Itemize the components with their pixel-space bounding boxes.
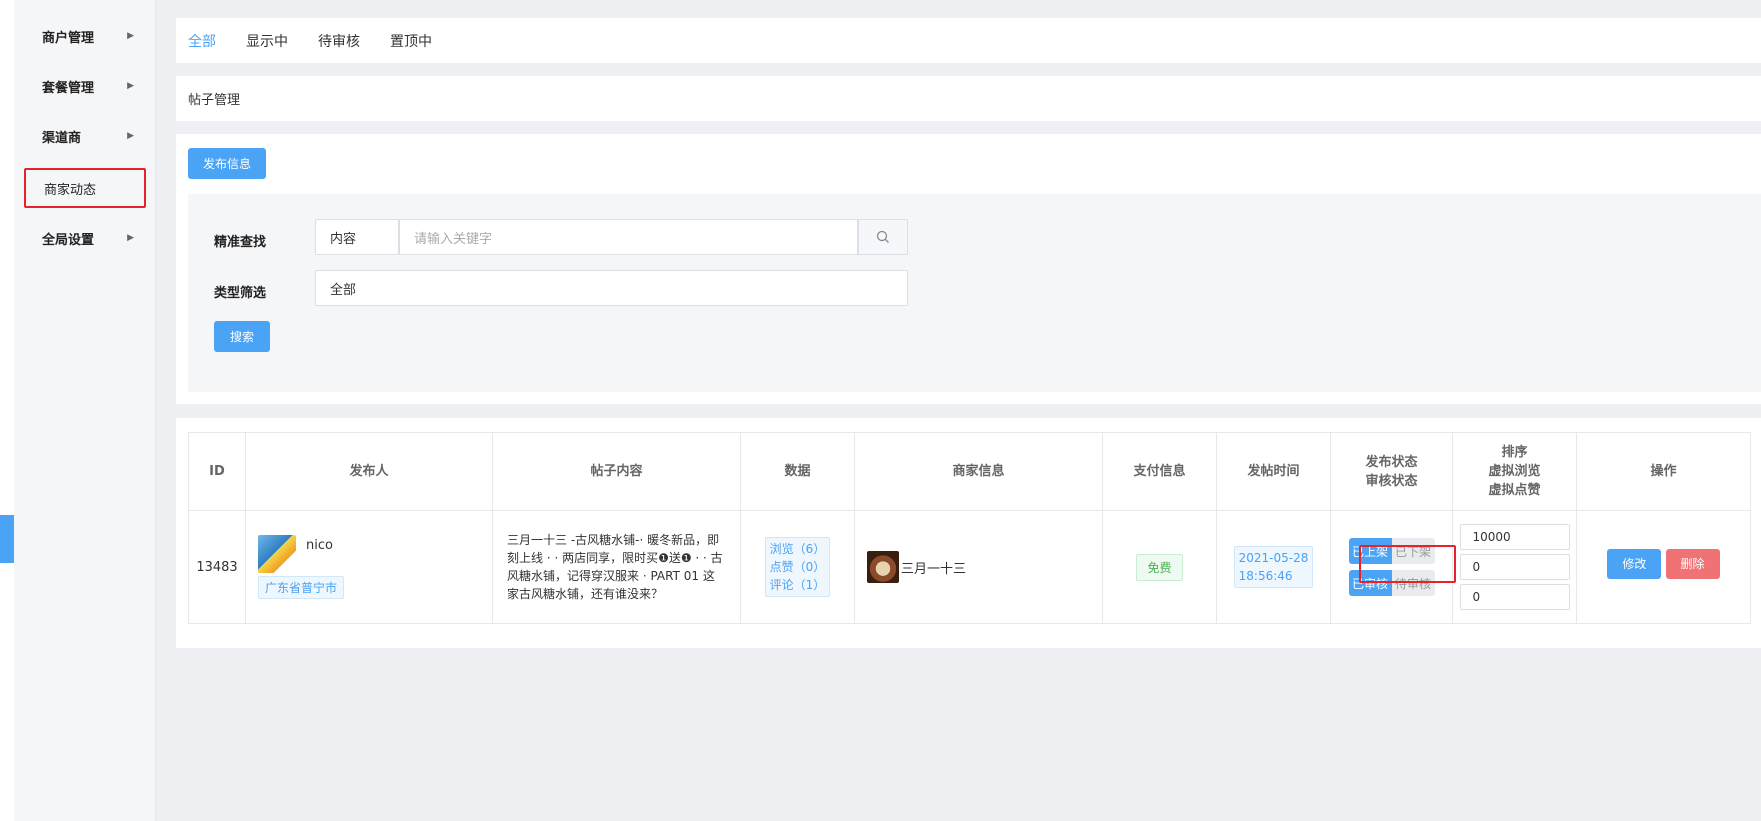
comments-count: 评论（1） xyxy=(769,578,826,592)
status-tabs: 全部 显示中 待审核 置顶中 xyxy=(176,18,1761,63)
sidebar-item-label: 商家动态 xyxy=(44,182,97,198)
col-ops: 操作 xyxy=(1576,432,1751,511)
pay-tag: 免费 xyxy=(1136,553,1183,581)
collapse-handle[interactable] xyxy=(0,515,14,563)
col-sort-likes: 虚拟点赞 xyxy=(1488,483,1541,498)
col-status-review: 审核状态 xyxy=(1365,473,1418,489)
main-content: 全部 显示中 待审核 置顶中 帖子管理 发布信息 精准查找 内容 请输入关键字 … xyxy=(156,0,1761,821)
col-shop: 商家信息 xyxy=(854,432,1103,511)
col-status-publish: 发布状态 xyxy=(1365,454,1418,470)
field-select-value: 内容 xyxy=(330,231,357,247)
sidebar-item-label: 全局设置 xyxy=(42,232,95,248)
exact-search-label: 精准查找 xyxy=(214,235,267,250)
tab-all[interactable]: 全部 xyxy=(188,31,216,51)
col-data: 数据 xyxy=(740,432,855,511)
filter-box: 精准查找 内容 请输入关键字 类型筛选 全部 搜索 xyxy=(188,194,1761,392)
publisher-name: nico xyxy=(306,538,333,553)
table-header-row: ID 发布人 帖子内容 数据 商家信息 支付信息 发帖时间 发布状态 审核状态 … xyxy=(188,432,1751,511)
shop-thumbnail xyxy=(867,551,899,583)
col-publisher: 发布人 xyxy=(245,432,493,511)
filter-panel: 发布信息 精准查找 内容 请输入关键字 类型筛选 全部 搜索 xyxy=(176,134,1761,404)
posts-table-card: ID 发布人 帖子内容 数据 商家信息 支付信息 发帖时间 发布状态 审核状态 … xyxy=(176,418,1761,648)
sidebar-item-merchant[interactable]: 商户管理 ▶ xyxy=(24,16,146,56)
sidebar-item-label: 套餐管理 xyxy=(42,80,95,96)
sidebar-item-merchant-feed[interactable]: 商家动态 xyxy=(24,168,146,208)
sidebar-item-label: 渠道商 xyxy=(42,130,82,146)
cell-publisher: nico 广东省普宁市 xyxy=(245,510,493,624)
shop-name: 三月一十三 xyxy=(901,561,967,577)
search-icon xyxy=(876,230,889,243)
sidebar-item-channel[interactable]: 渠道商 ▶ xyxy=(24,116,146,156)
delete-button[interactable]: 删除 xyxy=(1665,548,1720,579)
field-select[interactable]: 内容 xyxy=(315,219,399,255)
caret-right-icon: ▶ xyxy=(127,81,134,91)
cell-sort: 10000 0 0 xyxy=(1452,510,1577,624)
sort-input[interactable]: 10000 xyxy=(1459,524,1570,550)
stats-tag: 浏览（6） 点赞（0） 评论（1） xyxy=(764,537,831,597)
col-sort-views: 虚拟浏览 xyxy=(1488,464,1541,479)
page-title: 帖子管理 xyxy=(188,93,241,108)
col-time: 发帖时间 xyxy=(1216,432,1331,511)
col-sort-order: 排序 xyxy=(1501,445,1528,460)
time-tag: 2021-05-28 18:56:46 xyxy=(1233,546,1314,588)
keyword-input[interactable]: 请输入关键字 xyxy=(399,219,858,255)
breadcrumb: 帖子管理 xyxy=(176,76,1761,121)
location-tag: 广东省普宁市 xyxy=(258,576,345,599)
caret-right-icon: ▶ xyxy=(127,31,134,41)
col-status: 发布状态 审核状态 xyxy=(1330,432,1453,511)
tab-pinned[interactable]: 置顶中 xyxy=(390,31,432,51)
edit-button[interactable]: 修改 xyxy=(1607,548,1662,579)
caret-right-icon: ▶ xyxy=(127,233,134,243)
cell-shop: 三月一十三 xyxy=(854,510,1103,624)
sidebar: 商户管理 ▶ 套餐管理 ▶ 渠道商 ▶ 商家动态 全局设置 ▶ xyxy=(14,0,156,821)
cell-data: 浏览（6） 点赞（0） 评论（1） xyxy=(740,510,855,624)
virtual-likes-input[interactable]: 0 xyxy=(1459,584,1570,610)
review-highlight-box xyxy=(1359,545,1456,583)
table-row: 13483 nico 广东省普宁市 三月一十三 -古风糖水铺-· 暖冬新品，即刻… xyxy=(188,510,1751,624)
post-time: 18:56:46 xyxy=(1238,569,1293,583)
cell-content: 三月一十三 -古风糖水铺-· 暖冬新品，即刻上线 · · 两店同享，限时买❶送❶… xyxy=(492,510,741,624)
likes-count: 点赞（0） xyxy=(769,560,826,574)
avatar xyxy=(258,535,296,573)
col-content: 帖子内容 xyxy=(492,432,741,511)
cell-ops: 修改 删除 xyxy=(1576,510,1751,624)
cell-pay: 免费 xyxy=(1102,510,1217,624)
sidebar-item-global-settings[interactable]: 全局设置 ▶ xyxy=(24,218,146,258)
post-date: 2021-05-28 xyxy=(1238,551,1309,565)
search-button[interactable]: 搜索 xyxy=(214,321,270,352)
tab-showing[interactable]: 显示中 xyxy=(246,31,288,51)
caret-right-icon: ▶ xyxy=(127,131,134,141)
sidebar-item-package[interactable]: 套餐管理 ▶ xyxy=(24,66,146,106)
col-sort: 排序 虚拟浏览 虚拟点赞 xyxy=(1452,432,1577,511)
posts-table: ID 发布人 帖子内容 数据 商家信息 支付信息 发帖时间 发布状态 审核状态 … xyxy=(188,432,1751,624)
views-count: 浏览（6） xyxy=(769,542,826,556)
keyword-placeholder: 请输入关键字 xyxy=(414,231,493,247)
tab-pending[interactable]: 待审核 xyxy=(318,31,360,51)
publish-button[interactable]: 发布信息 xyxy=(188,148,266,179)
search-icon-button[interactable] xyxy=(858,219,908,255)
type-select-value: 全部 xyxy=(330,282,357,298)
virtual-views-input[interactable]: 0 xyxy=(1459,554,1570,580)
sidebar-item-label: 商户管理 xyxy=(42,30,95,46)
left-edge xyxy=(0,0,14,821)
type-select[interactable]: 全部 xyxy=(315,270,908,306)
cell-id: 13483 xyxy=(188,510,246,624)
type-filter-label: 类型筛选 xyxy=(214,286,267,301)
col-id: ID xyxy=(188,432,246,511)
col-pay: 支付信息 xyxy=(1102,432,1217,511)
cell-time: 2021-05-28 18:56:46 xyxy=(1216,510,1331,624)
